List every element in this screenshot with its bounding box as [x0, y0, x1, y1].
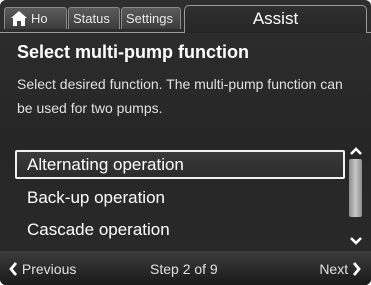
list-item-cascade[interactable]: Cascade operation	[15, 215, 345, 244]
tab-settings-label: Settings	[126, 11, 173, 26]
chevron-left-icon	[9, 262, 18, 276]
tab-divider-right	[367, 32, 371, 33]
list-item-label: Cascade operation	[27, 220, 170, 239]
footer-bar: Previous Step 2 of 9 Next	[0, 251, 371, 285]
previous-button[interactable]: Previous	[8, 260, 76, 278]
previous-label: Previous	[21, 261, 77, 277]
tab-home[interactable]: Ho	[4, 7, 67, 29]
tab-assist[interactable]: Assist	[184, 5, 367, 33]
chevron-right-icon	[352, 262, 361, 276]
assist-screen: Ho Status Settings Assist Select multi-p…	[0, 0, 371, 285]
tab-assist-label: Assist	[252, 9, 299, 28]
tab-bar: Ho Status Settings Assist	[0, 0, 371, 33]
scrollbar-thumb[interactable]	[349, 159, 362, 217]
chevron-down-icon[interactable]	[349, 236, 363, 246]
tab-settings[interactable]: Settings	[121, 7, 181, 29]
chevron-up-icon[interactable]	[349, 146, 363, 156]
next-button[interactable]: Next	[319, 260, 362, 278]
list-item-backup[interactable]: Back-up operation	[15, 183, 345, 212]
page-description: Select desired function. The multi-pump …	[17, 76, 343, 116]
next-label: Next	[319, 261, 349, 277]
home-icon	[11, 11, 27, 26]
step-indicator: Step 2 of 9	[150, 261, 218, 277]
list-item-label: Back-up operation	[27, 188, 165, 207]
list-item-alternating[interactable]: Alternating operation	[15, 150, 345, 179]
function-list: Alternating operation Back-up operation …	[15, 150, 345, 246]
tab-status-label: Status	[73, 11, 110, 26]
tab-status[interactable]: Status	[68, 7, 120, 29]
tab-home-label: Ho	[31, 11, 48, 26]
list-item-label: Alternating operation	[27, 155, 184, 174]
page-title: Select multi-pump function	[17, 42, 249, 62]
tab-divider	[0, 32, 184, 33]
